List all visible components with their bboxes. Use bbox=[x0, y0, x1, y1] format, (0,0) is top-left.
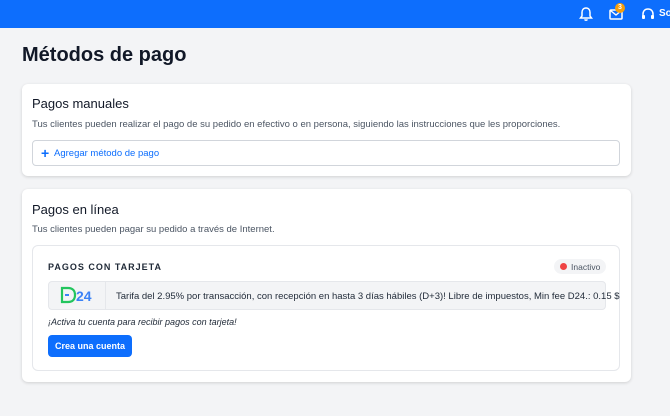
card-payments-provider: PAGOS CON TARJETA Inactivo 24 Tarifa del… bbox=[32, 245, 620, 371]
plus-icon: + bbox=[41, 145, 50, 161]
manual-payments-card: Pagos manuales Tus clientes pueden reali… bbox=[22, 84, 631, 176]
activation-note: ¡Activa tu cuenta para recibir pagos con… bbox=[48, 317, 237, 327]
top-navbar: 3 So bbox=[0, 0, 670, 28]
user-menu[interactable]: So bbox=[659, 8, 670, 19]
manual-payments-description: Tus clientes pueden realizar el pago de … bbox=[32, 119, 561, 130]
create-account-button[interactable]: Crea una cuenta bbox=[48, 335, 132, 357]
d24-logo: 24 bbox=[60, 286, 92, 304]
online-payments-title: Pagos en línea bbox=[32, 202, 119, 217]
status-badge: Inactivo bbox=[554, 259, 606, 274]
status-label: Inactivo bbox=[571, 262, 601, 272]
status-dot bbox=[560, 263, 567, 270]
rate-text: Tarifa del 2.95% por transacción, con re… bbox=[116, 291, 620, 302]
headset-icon[interactable] bbox=[640, 6, 656, 22]
online-payments-description: Tus clientes pueden pagar su pedido a tr… bbox=[32, 224, 275, 235]
bell-icon[interactable] bbox=[578, 6, 594, 22]
d24-logo-container: 24 bbox=[49, 282, 106, 309]
manual-payments-title: Pagos manuales bbox=[32, 96, 129, 111]
provider-title: PAGOS CON TARJETA bbox=[48, 262, 163, 272]
svg-text:24: 24 bbox=[76, 288, 92, 304]
messages-badge: 3 bbox=[615, 3, 625, 13]
page-title: Métodos de pago bbox=[22, 44, 187, 66]
rate-info: 24 Tarifa del 2.95% por transacción, con… bbox=[48, 281, 620, 310]
add-payment-method-label: Agregar método de pago bbox=[54, 148, 160, 159]
online-payments-card: Pagos en línea Tus clientes pueden pagar… bbox=[22, 189, 631, 382]
add-payment-method-button[interactable]: + Agregar método de pago bbox=[32, 140, 620, 166]
